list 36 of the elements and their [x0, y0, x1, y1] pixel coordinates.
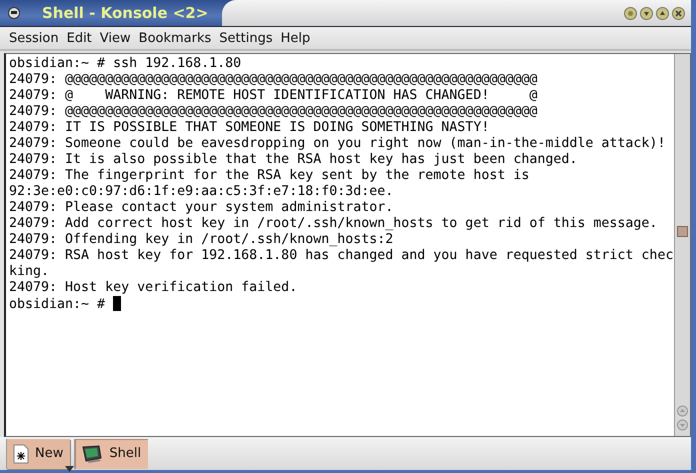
- terminal-line: 24079: Please contact your system administrator.: [9, 200, 394, 216]
- window-menu-icon[interactable]: [8, 7, 20, 19]
- minimize-icon[interactable]: [640, 6, 653, 20]
- terminal-line: 24079: It is also possible that the RSA host key has just been changed.: [9, 152, 578, 168]
- terminal-line: 24079: @ WARNING: REMOTE HOST IDENTIFICATION HAS CHANGED! @: [9, 88, 538, 104]
- scrollbar-thumb[interactable]: [677, 226, 688, 237]
- terminal-line: 24079: @@@@@@@@@@@@@@@@@@@@@@@@@@@@@@@@@@@@@@@@@@@@@@@@@@@@@@@@@@@: [9, 72, 538, 88]
- text-cursor: [113, 296, 122, 311]
- terminal-line: obsidian:~ # ssh 192.168.1.80: [9, 56, 242, 72]
- terminal-line: king.: [9, 264, 50, 280]
- terminal-line: 24079: The fingerprint for the RSA key sent by the remote host is: [9, 168, 530, 184]
- close-icon[interactable]: [672, 6, 685, 20]
- menu-item[interactable]: Bookmarks: [138, 30, 212, 46]
- menu-item[interactable]: Settings: [218, 30, 274, 46]
- sticky-icon[interactable]: [624, 6, 637, 20]
- terminal-line: 24079: Add correct host key in /root/.ssh/known_hosts to get rid of this message.: [9, 216, 658, 232]
- terminal-line: 24079: Host key verification failed.: [9, 280, 298, 296]
- terminal-line: 24079: Someone could be eavesdropping on you right now (man-in-the-middle attack)!: [9, 136, 666, 152]
- terminal-line: 24079: IT IS POSSIBLE THAT SOMEONE IS DOING SOMETHING NASTY!: [9, 120, 490, 136]
- scrollbar[interactable]: [674, 54, 690, 436]
- menu-item[interactable]: View: [98, 30, 132, 46]
- terminal-line: 24079: Offending key in /root/.ssh/known_hosts:2: [9, 232, 394, 248]
- maximize-icon[interactable]: [656, 6, 669, 20]
- caret-icon[interactable]: [65, 466, 74, 472]
- new-document-icon: [13, 444, 29, 464]
- menu-item[interactable]: Edit: [66, 30, 93, 46]
- window-title: Shell - Konsole <2>: [42, 4, 208, 22]
- shell-prompt: obsidian:~ #: [9, 297, 106, 312]
- terminal-line: 24079: @@@@@@@@@@@@@@@@@@@@@@@@@@@@@@@@@@@@@@@@@@@@@@@@@@@@@@@@@@@: [9, 104, 538, 120]
- terminal-output[interactable]: [6, 54, 674, 436]
- monitor-icon: [81, 444, 104, 462]
- terminal-line: 24079: RSA host key for 192.168.1.80 has changed and you have requested strict chec: [9, 248, 674, 264]
- session-tab[interactable]: Shell: [74, 438, 148, 468]
- menu-item[interactable]: Help: [280, 30, 312, 46]
- terminal-line: 92:3e:e0:c0:97:d6:1f:e9:aa:c5:3f:e7:18:f0:3d:ee.: [9, 184, 394, 200]
- menu-item[interactable]: Session: [8, 30, 60, 46]
